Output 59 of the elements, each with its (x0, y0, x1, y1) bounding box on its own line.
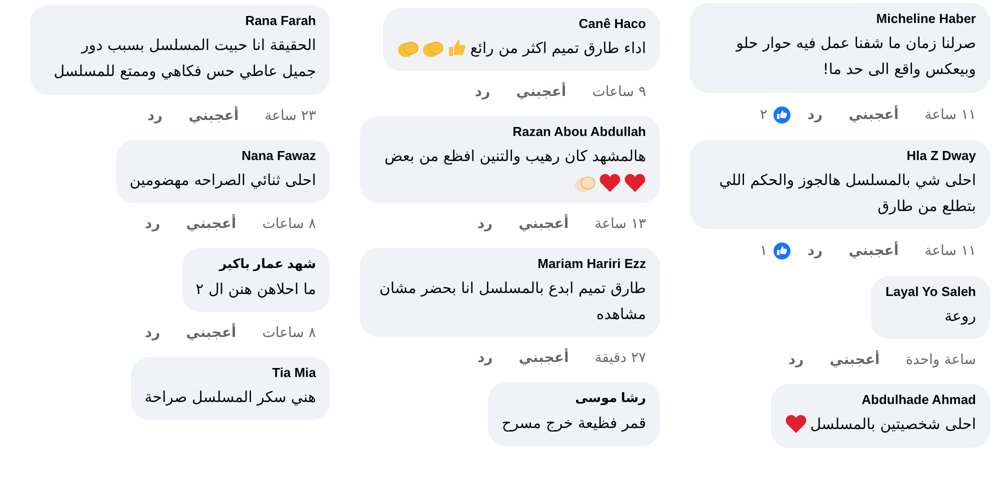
comment-author[interactable]: Nana Fawaz (130, 148, 316, 162)
comment-time[interactable]: ١١ ساعة (924, 106, 976, 122)
comment-time[interactable]: ١١ ساعة (924, 243, 976, 259)
comment-author[interactable]: Abdulhade Ahmad (785, 392, 976, 408)
reply-link[interactable]: رد (477, 216, 493, 232)
comment-author[interactable]: Tia Mia (144, 365, 316, 380)
like-link[interactable]: أعجبني (518, 216, 569, 232)
comment-text: روعة (944, 306, 976, 327)
like-link[interactable]: أعجبني (848, 106, 899, 122)
comment-author[interactable]: Hla Z Dway (704, 148, 976, 162)
comment-time[interactable]: ٨ ساعات (262, 325, 316, 341)
reply-link[interactable]: رد (807, 106, 823, 122)
comment-time[interactable]: ٩ ساعات (592, 84, 646, 100)
comment-text: قمر فظيعة خرج مسرح (502, 413, 646, 434)
like-link[interactable]: أعجبني (848, 243, 899, 259)
like-link[interactable]: أعجبني (830, 352, 880, 368)
heart-icon (785, 414, 808, 434)
comment-text: هالمشهد كان رهيب والتنين افظع من بعض (384, 146, 646, 168)
comment-text: احلى شخصيتين بالمسلسل (810, 414, 976, 436)
comment-author[interactable]: Canê Haco (397, 16, 646, 31)
comment-author[interactable]: Mariam Hariri Ezz (374, 256, 646, 270)
heart-icon (624, 172, 646, 192)
reply-link[interactable]: رد (807, 243, 823, 259)
comment-time[interactable]: ٢٣ ساعة (264, 108, 316, 124)
comment-text: ما احلاهن هنن ال ٢ (196, 278, 316, 300)
comment-text: اداء طارق تميم اكثر من رائع (470, 38, 646, 59)
like-icon (773, 242, 792, 260)
reply-link[interactable]: رد (788, 352, 804, 368)
heart-icon (599, 172, 621, 192)
comment-text: الحقيقة انا حبيت المسلسل بسبب دور جميل عاطي حس فكاهي وممتع للمسلسل (52, 35, 316, 82)
reply-link[interactable]: رد (477, 350, 493, 366)
comment-author[interactable]: Razan Abou Abdullah (374, 124, 646, 140)
comment-author[interactable]: Layal Yo Saleh (885, 284, 976, 299)
comment-author[interactable]: Micheline Haber (704, 11, 976, 26)
comment-time[interactable]: ٢٧ دقيقة (594, 350, 646, 366)
comment-text: احلى ثنائي الصراحه مهضومين (130, 170, 316, 191)
like-count: ٢ (760, 106, 768, 122)
comment-author[interactable]: رشا موسى (502, 390, 646, 406)
reply-link[interactable]: رد (474, 84, 490, 100)
like-link[interactable]: أعجبني (518, 350, 569, 366)
like-count: ١ (760, 243, 768, 259)
comment-time[interactable]: ١٣ ساعة (594, 216, 646, 232)
reply-link[interactable]: رد (147, 108, 163, 124)
comment-text: احلى شي بالمسلسل هالجوز والحكم اللي بتطلع من طارق (718, 170, 976, 217)
comment-author[interactable]: Rana Farah (44, 13, 316, 28)
like-icon (773, 106, 792, 124)
comment-text: هني سكر المسلسل صراحة (144, 387, 316, 408)
comment-text: طارق تميم ابدع بالمسلسل انا بحضر مشان مشاهده (378, 278, 646, 325)
like-link[interactable]: أعجبني (186, 325, 236, 341)
comment-time[interactable]: ٨ ساعات (262, 216, 316, 232)
like-link[interactable]: أعجبني (188, 108, 239, 124)
like-link[interactable]: أعجبني (186, 216, 236, 232)
comment-author[interactable]: شهد عمار باكير (196, 256, 316, 272)
like-link[interactable]: أعجبني (516, 84, 566, 100)
thumbs-up-icon (447, 38, 468, 58)
reply-link[interactable]: رد (144, 325, 160, 341)
reply-link[interactable]: رد (144, 216, 160, 232)
comment-text: صرلنا زمان ما شفنا عمل فيه حوار حلو وبيعكس واقع الى حد ما! (734, 33, 976, 80)
comment-time[interactable]: ساعة واحدة (906, 352, 976, 368)
